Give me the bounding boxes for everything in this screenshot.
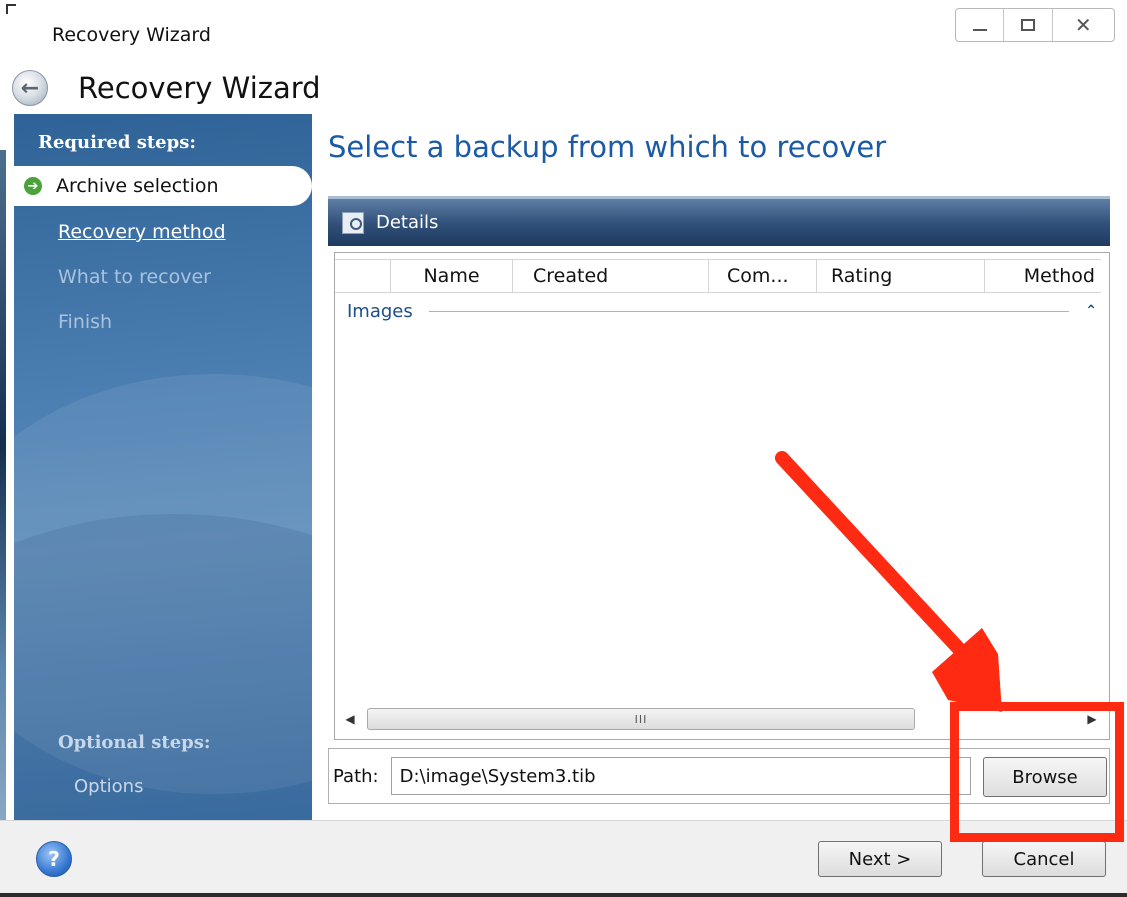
maximize-icon <box>1020 19 1035 31</box>
details-label: Details <box>376 212 439 233</box>
required-steps-heading: Required steps: <box>38 132 196 153</box>
sidebar-step-archive-selection[interactable]: ➔ Archive selection <box>14 166 312 206</box>
window-bottom-edge <box>0 893 1127 897</box>
sidebar-step-finish: Finish <box>58 311 113 333</box>
next-button[interactable]: Next > <box>818 841 942 877</box>
column-name[interactable]: Name <box>391 260 513 292</box>
details-bar[interactable]: Details <box>328 196 1110 246</box>
window-corner-mark <box>6 4 16 14</box>
minimize-icon <box>972 29 987 31</box>
column-method[interactable]: Method <box>985 260 1101 292</box>
path-label: Path: <box>333 765 379 787</box>
green-arrow-icon: ➔ <box>24 177 42 195</box>
annotation-highlight-box <box>950 702 1124 842</box>
recovery-wizard-window: Recovery Wizard ✕ ← Recovery Wizard Requ… <box>0 0 1127 897</box>
cancel-button[interactable]: Cancel <box>982 841 1106 877</box>
list-column-header: Name Created Com... Rating Method <box>335 259 1101 293</box>
column-comment[interactable]: Com... <box>709 260 817 292</box>
caption-buttons: ✕ <box>955 8 1115 42</box>
path-input[interactable] <box>390 757 971 795</box>
details-magnifier-icon <box>342 211 364 234</box>
page-title: Select a backup from which to recover <box>328 130 887 164</box>
minimize-button[interactable] <box>956 9 1005 41</box>
window-title: Recovery Wizard <box>52 24 211 46</box>
steps-sidebar: Required steps: ➔ Archive selection Reco… <box>14 114 312 820</box>
scroll-left-icon[interactable]: ◀ <box>341 712 359 726</box>
sidebar-step-recovery-method[interactable]: Recovery method <box>58 221 226 243</box>
wizard-header: ← Recovery Wizard <box>12 68 321 108</box>
wizard-header-title: Recovery Wizard <box>78 71 321 105</box>
sidebar-step-what-to-recover: What to recover <box>58 266 211 288</box>
sidebar-step-label: Archive selection <box>56 175 219 197</box>
column-rating[interactable]: Rating <box>817 260 985 292</box>
group-divider <box>428 310 1070 312</box>
annotation-arrow-icon <box>775 451 1002 712</box>
close-icon: ✕ <box>1074 13 1092 37</box>
column-created[interactable]: Created <box>513 260 709 292</box>
column-blank[interactable] <box>335 260 391 292</box>
help-icon[interactable]: ? <box>36 841 72 877</box>
sidebar-decoration-2 <box>14 514 312 820</box>
maximize-button[interactable] <box>1004 9 1053 41</box>
window-left-edge <box>0 150 6 890</box>
sidebar-step-options[interactable]: Options <box>74 776 143 797</box>
group-header-images[interactable]: Images ⌃ <box>347 299 1097 323</box>
close-button[interactable]: ✕ <box>1053 9 1114 41</box>
group-label: Images <box>347 300 413 322</box>
chevron-up-icon[interactable]: ⌃ <box>1085 303 1097 319</box>
back-arrow-icon[interactable]: ← <box>12 70 48 106</box>
optional-steps-heading: Optional steps: <box>58 732 211 753</box>
